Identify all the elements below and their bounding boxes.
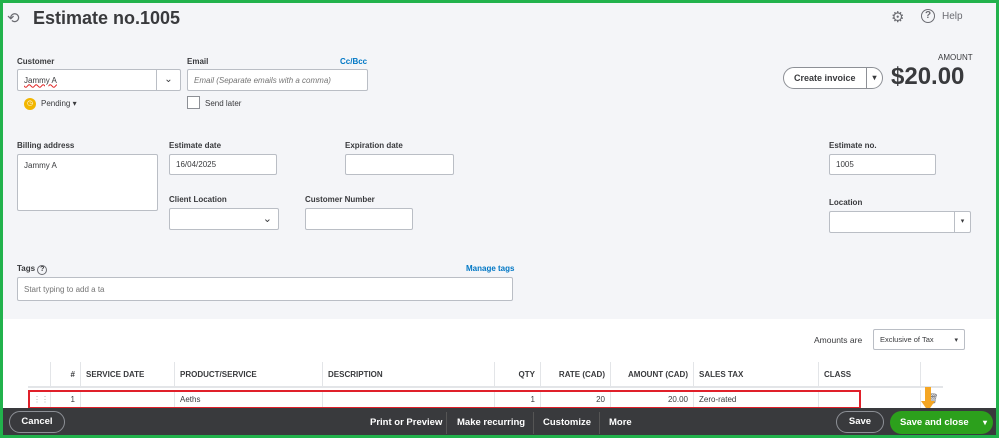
amounts-are-label: Amounts are: [814, 335, 863, 345]
amounts-are-select[interactable]: Exclusive of Tax ▾: [873, 329, 965, 350]
chevron-down-icon: ⌄: [262, 213, 272, 225]
estimate-date-input[interactable]: 16/04/2025: [169, 154, 277, 175]
col-rate: RATE (CAD): [540, 362, 610, 388]
client-location-label: Client Location: [169, 195, 227, 204]
create-invoice-button[interactable]: Create invoice ▾: [783, 67, 883, 89]
amount-label: AMOUNT: [938, 53, 973, 62]
location-label: Location: [829, 198, 863, 207]
billing-address-label: Billing address: [17, 141, 75, 150]
customer-select[interactable]: Jammy A ⌄: [17, 69, 181, 91]
customer-number-input[interactable]: [305, 208, 413, 230]
help-link[interactable]: Help: [942, 11, 963, 22]
email-input[interactable]: [187, 69, 368, 91]
print-preview-button[interactable]: Print or Preview: [370, 408, 442, 435]
estimate-date-label: Estimate date: [169, 141, 222, 150]
cc-bcc-link[interactable]: Cc/Bcc: [340, 57, 367, 66]
col-product: PRODUCT/SERVICE: [174, 362, 322, 388]
help-icon[interactable]: ?: [921, 9, 935, 23]
highlight-box: [28, 390, 861, 409]
client-location-select[interactable]: ⌄: [169, 208, 279, 230]
amount-total: $20.00: [891, 63, 965, 90]
info-icon[interactable]: ?: [37, 265, 48, 275]
cancel-button[interactable]: Cancel: [9, 411, 65, 433]
tags-input[interactable]: [17, 277, 513, 301]
caret-down-icon[interactable]: ▾: [983, 411, 987, 434]
gear-icon[interactable]: ⚙: [891, 8, 904, 26]
tags-label: Tags ?: [17, 264, 48, 275]
send-later-checkbox[interactable]: [187, 96, 200, 109]
col-qty: QTY: [494, 362, 540, 388]
col-service-date: SERVICE DATE: [80, 362, 174, 388]
col-description: DESCRIPTION: [322, 362, 494, 388]
estimate-no-label: Estimate no.: [829, 141, 877, 150]
make-recurring-button[interactable]: Make recurring: [457, 408, 525, 435]
customer-label: Customer: [17, 57, 55, 66]
col-amount: AMOUNT (CAD): [610, 362, 693, 388]
caret-down-icon: ▾: [954, 336, 958, 344]
table-header: # SERVICE DATE PRODUCT/SERVICE DESCRIPTI…: [28, 362, 943, 388]
col-sales-tax: SALES TAX: [693, 362, 818, 388]
send-later-label: Send later: [205, 99, 242, 108]
more-button[interactable]: More: [609, 408, 632, 435]
save-button[interactable]: Save: [836, 411, 884, 433]
customize-button[interactable]: Customize: [543, 408, 591, 435]
col-class: CLASS: [818, 362, 920, 388]
save-and-close-button[interactable]: Save and close ▾: [890, 411, 993, 434]
estimate-window: ⟲ Estimate no.1005 ⚙ ? Help Customer Jam…: [3, 3, 996, 435]
expiration-date-label: Expiration date: [345, 141, 403, 150]
email-label: Email: [187, 57, 209, 66]
expiration-date-input[interactable]: [345, 154, 454, 175]
location-select[interactable]: ▾: [829, 211, 971, 233]
customer-number-label: Customer Number: [305, 195, 375, 204]
billing-address-input[interactable]: Jammy A: [17, 154, 158, 211]
footer-bar: Cancel Print or Preview Make recurring C…: [3, 408, 996, 435]
page-title: Estimate no.1005: [33, 8, 181, 28]
col-actions: [920, 362, 943, 388]
caret-down-icon[interactable]: ▾: [866, 68, 882, 88]
status-dropdown[interactable]: Pending ▾: [41, 99, 77, 108]
history-icon[interactable]: ⟲: [7, 9, 20, 27]
customer-value: Jammy A: [24, 75, 57, 85]
estimate-no-input[interactable]: 1005: [829, 154, 936, 175]
col-num: #: [50, 362, 80, 388]
line-items-area: Amounts are Exclusive of Tax ▾ # SERVICE …: [3, 319, 996, 419]
manage-tags-link[interactable]: Manage tags: [466, 264, 514, 273]
pending-icon: ◷: [24, 98, 36, 110]
chevron-down-icon[interactable]: ⌄: [156, 70, 180, 90]
caret-down-icon: ▾: [954, 212, 970, 232]
